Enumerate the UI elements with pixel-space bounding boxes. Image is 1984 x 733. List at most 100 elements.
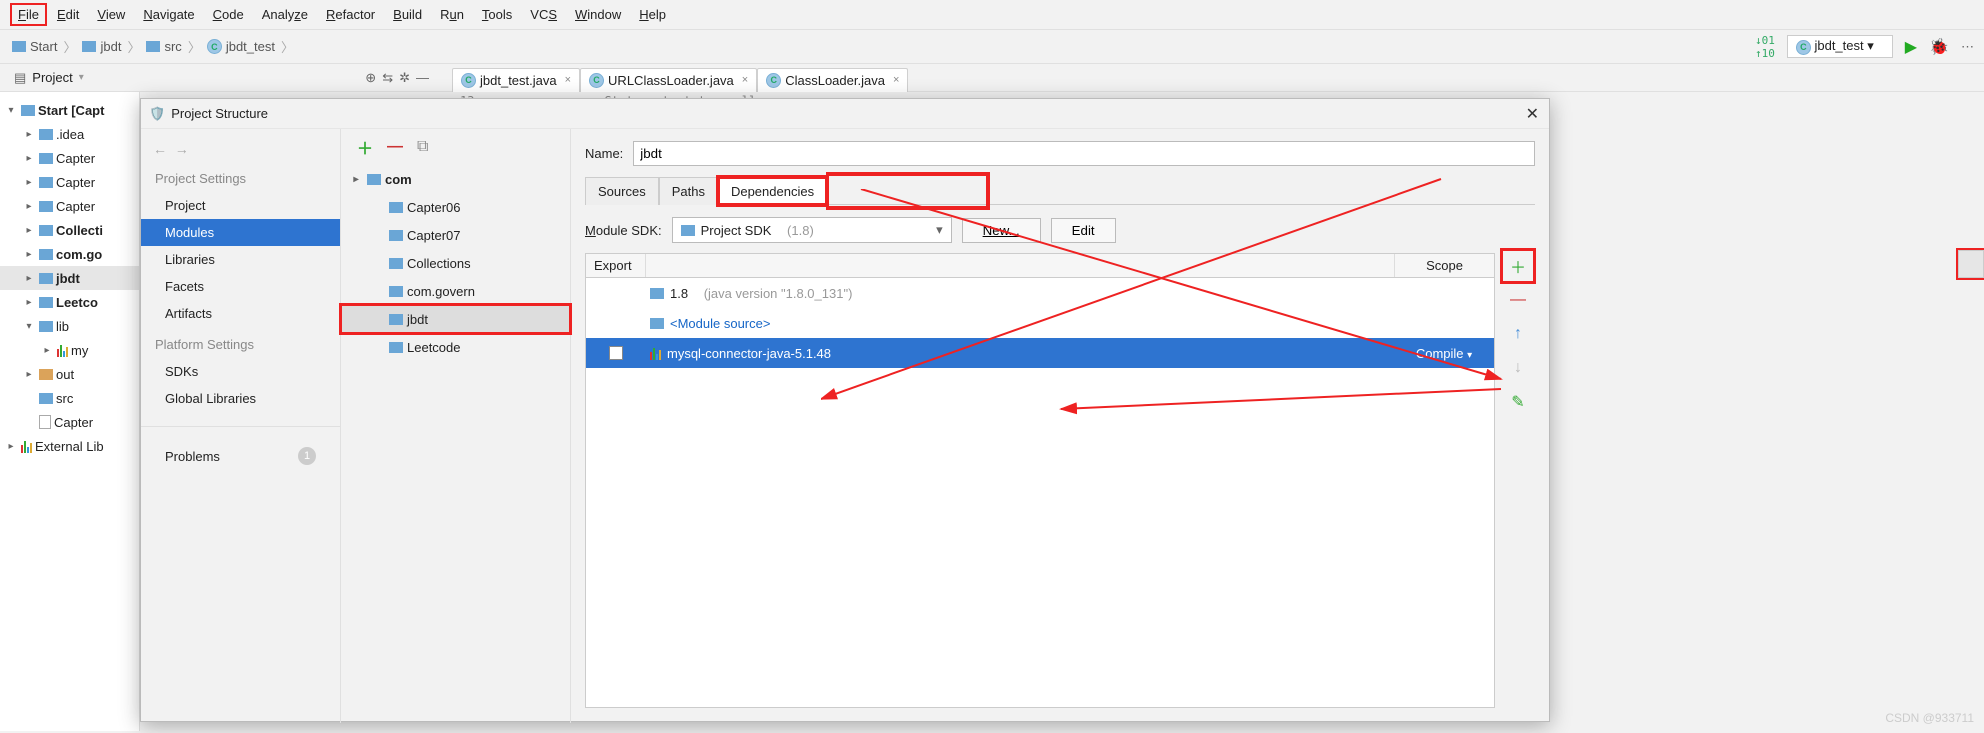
close-icon[interactable]: ×	[565, 74, 571, 86]
forward-icon[interactable]: →	[175, 141, 189, 157]
edit-sdk-button[interactable]: Edit	[1051, 218, 1116, 243]
menu-help[interactable]: Help	[631, 3, 674, 26]
close-icon[interactable]: ×	[742, 74, 748, 86]
tree-item[interactable]: ▸my	[0, 338, 139, 362]
tree-item[interactable]: ▸jbdt	[0, 266, 139, 290]
breadcrumb-bar: Start 〉 jbdt 〉 src 〉 Cjbdt_test 〉 ↓01↑10…	[0, 30, 1984, 64]
edit-dependency-button[interactable]: ✎	[1505, 389, 1531, 415]
module-item[interactable]: Collections	[341, 249, 570, 277]
module-tree[interactable]: ▸comCapter06Capter07Collectionscom.gover…	[341, 165, 570, 361]
menu-edit[interactable]: Edit	[49, 3, 87, 26]
dep-row-mysql-connector[interactable]: mysql-connector-java-5.1.48 Compile ▾	[586, 338, 1494, 368]
tree-item[interactable]: src	[0, 386, 139, 410]
class-icon: C	[207, 39, 222, 54]
tree-item[interactable]: ▸External Lib	[0, 434, 139, 458]
menu-file[interactable]: FFileile	[10, 3, 47, 26]
menu-vcs[interactable]: VCS	[522, 3, 565, 26]
nav-problems[interactable]: Problems 1	[141, 441, 340, 471]
hide-icon[interactable]: —	[416, 70, 429, 86]
class-icon: C	[589, 73, 604, 88]
module-item[interactable]: ▸com	[341, 165, 570, 193]
breadcrumb-jbdt[interactable]: jbdt	[82, 39, 121, 54]
menu-analyze[interactable]: Analyze	[254, 3, 316, 26]
tab-dependencies[interactable]: Dependencies	[718, 177, 827, 205]
chevron-right-icon: 〉	[281, 37, 294, 56]
tab-sources[interactable]: Sources	[585, 177, 659, 205]
menu-tools[interactable]: Tools	[474, 3, 520, 26]
move-down-button[interactable]: ↓	[1505, 355, 1531, 381]
gear-icon[interactable]: ✲	[399, 70, 410, 86]
tree-item[interactable]: ▾Start [Capt	[0, 98, 139, 122]
folder-icon	[146, 41, 160, 52]
nav-artifacts[interactable]: Artifacts	[141, 300, 340, 327]
project-tree[interactable]: ▾Start [Capt▸.idea▸Capter▸Capter▸Capter▸…	[0, 92, 140, 731]
tree-item[interactable]: ▾lib	[0, 314, 139, 338]
tree-item[interactable]: ▸Leetco	[0, 290, 139, 314]
close-button[interactable]: ✕	[1526, 104, 1539, 124]
tree-item[interactable]: ▸com.go	[0, 242, 139, 266]
close-icon[interactable]: ×	[893, 74, 899, 86]
module-sdk-label: Module SDK:	[585, 223, 662, 238]
module-item[interactable]: Leetcode	[341, 333, 570, 361]
run-config-selector[interactable]: C jbdt_test ▾	[1787, 35, 1893, 58]
settings-nav: ← → Project Settings Project Modules Lib…	[141, 129, 341, 723]
move-up-button[interactable]: ↑	[1505, 321, 1531, 347]
tree-item[interactable]: ▸Capter	[0, 194, 139, 218]
nav-sdks[interactable]: SDKs	[141, 358, 340, 385]
tree-item[interactable]: ▸Collecti	[0, 218, 139, 242]
add-dependency-button[interactable]: ＋	[1505, 253, 1531, 279]
tab-urlclassloader[interactable]: CURLClassLoader.java×	[580, 68, 757, 92]
menu-refactor[interactable]: Refactor	[318, 3, 383, 26]
main-menubar: FFileile Edit View Navigate Code Analyze…	[0, 0, 1984, 30]
project-tool-label[interactable]: ▤ Project ▾	[0, 70, 84, 86]
breadcrumb-start[interactable]: Start	[12, 39, 57, 54]
tree-item[interactable]: ▸out	[0, 362, 139, 386]
nav-facets[interactable]: Facets	[141, 273, 340, 300]
select-opened-file-icon[interactable]: ⊕	[365, 70, 376, 86]
dep-row-sdk[interactable]: 1.8 (java version "1.8.0_131")	[586, 278, 1494, 308]
folder-icon	[12, 41, 26, 52]
dependencies-list[interactable]: 1.8 (java version "1.8.0_131") <Module s…	[585, 278, 1495, 708]
menu-build[interactable]: Build	[385, 3, 430, 26]
tree-item[interactable]: ▸.idea	[0, 122, 139, 146]
add-module-icon[interactable]: ＋	[357, 135, 373, 159]
breadcrumb-src[interactable]: src	[146, 39, 181, 54]
copy-module-icon[interactable]: ⧉	[417, 138, 428, 156]
more-icon[interactable]: ⋯	[1961, 39, 1974, 55]
run-button[interactable]: ▶	[1905, 37, 1917, 57]
tab-classloader[interactable]: CClassLoader.java×	[757, 68, 908, 92]
build-icon[interactable]: ↓01↑10	[1755, 34, 1775, 60]
nav-libraries[interactable]: Libraries	[141, 246, 340, 273]
menu-run[interactable]: Run	[432, 3, 472, 26]
tree-item[interactable]: ▸Capter	[0, 170, 139, 194]
module-item[interactable]: Capter07	[341, 221, 570, 249]
nav-global-libraries[interactable]: Global Libraries	[141, 385, 340, 412]
nav-modules[interactable]: Modules	[141, 219, 340, 246]
module-item[interactable]: jbdt	[341, 305, 570, 333]
expand-all-icon[interactable]: ⇆	[382, 70, 393, 86]
menu-navigate[interactable]: Navigate	[135, 3, 202, 26]
module-item[interactable]: com.govern	[341, 277, 570, 305]
tree-item[interactable]: ▸Capter	[0, 146, 139, 170]
menu-view[interactable]: View	[89, 3, 133, 26]
sdk-icon	[650, 288, 664, 299]
breadcrumb-jbdt-test[interactable]: Cjbdt_test	[207, 39, 275, 54]
new-sdk-button[interactable]: New...	[962, 218, 1041, 243]
tree-item[interactable]: Capter	[0, 410, 139, 434]
debug-button[interactable]: 🐞	[1929, 37, 1949, 57]
menu-code[interactable]: Code	[205, 3, 252, 26]
module-sdk-selector[interactable]: Project SDK (1.8) ▾	[672, 217, 952, 243]
class-icon: C	[766, 73, 781, 88]
module-list-panel: ＋ — ⧉ ▸comCapter06Capter07Collectionscom…	[341, 129, 571, 723]
export-checkbox[interactable]	[609, 346, 623, 360]
module-item[interactable]: Capter06	[341, 193, 570, 221]
remove-module-icon[interactable]: —	[387, 138, 403, 156]
back-icon[interactable]: ←	[153, 141, 167, 157]
menu-window[interactable]: Window	[567, 3, 629, 26]
module-name-input[interactable]	[633, 141, 1535, 166]
dep-row-module-source[interactable]: <Module source>	[586, 308, 1494, 338]
nav-project[interactable]: Project	[141, 192, 340, 219]
tab-jbdt-test[interactable]: Cjbdt_test.java×	[452, 68, 580, 92]
tab-paths[interactable]: Paths	[659, 177, 718, 205]
remove-dependency-button[interactable]: —	[1505, 287, 1531, 313]
